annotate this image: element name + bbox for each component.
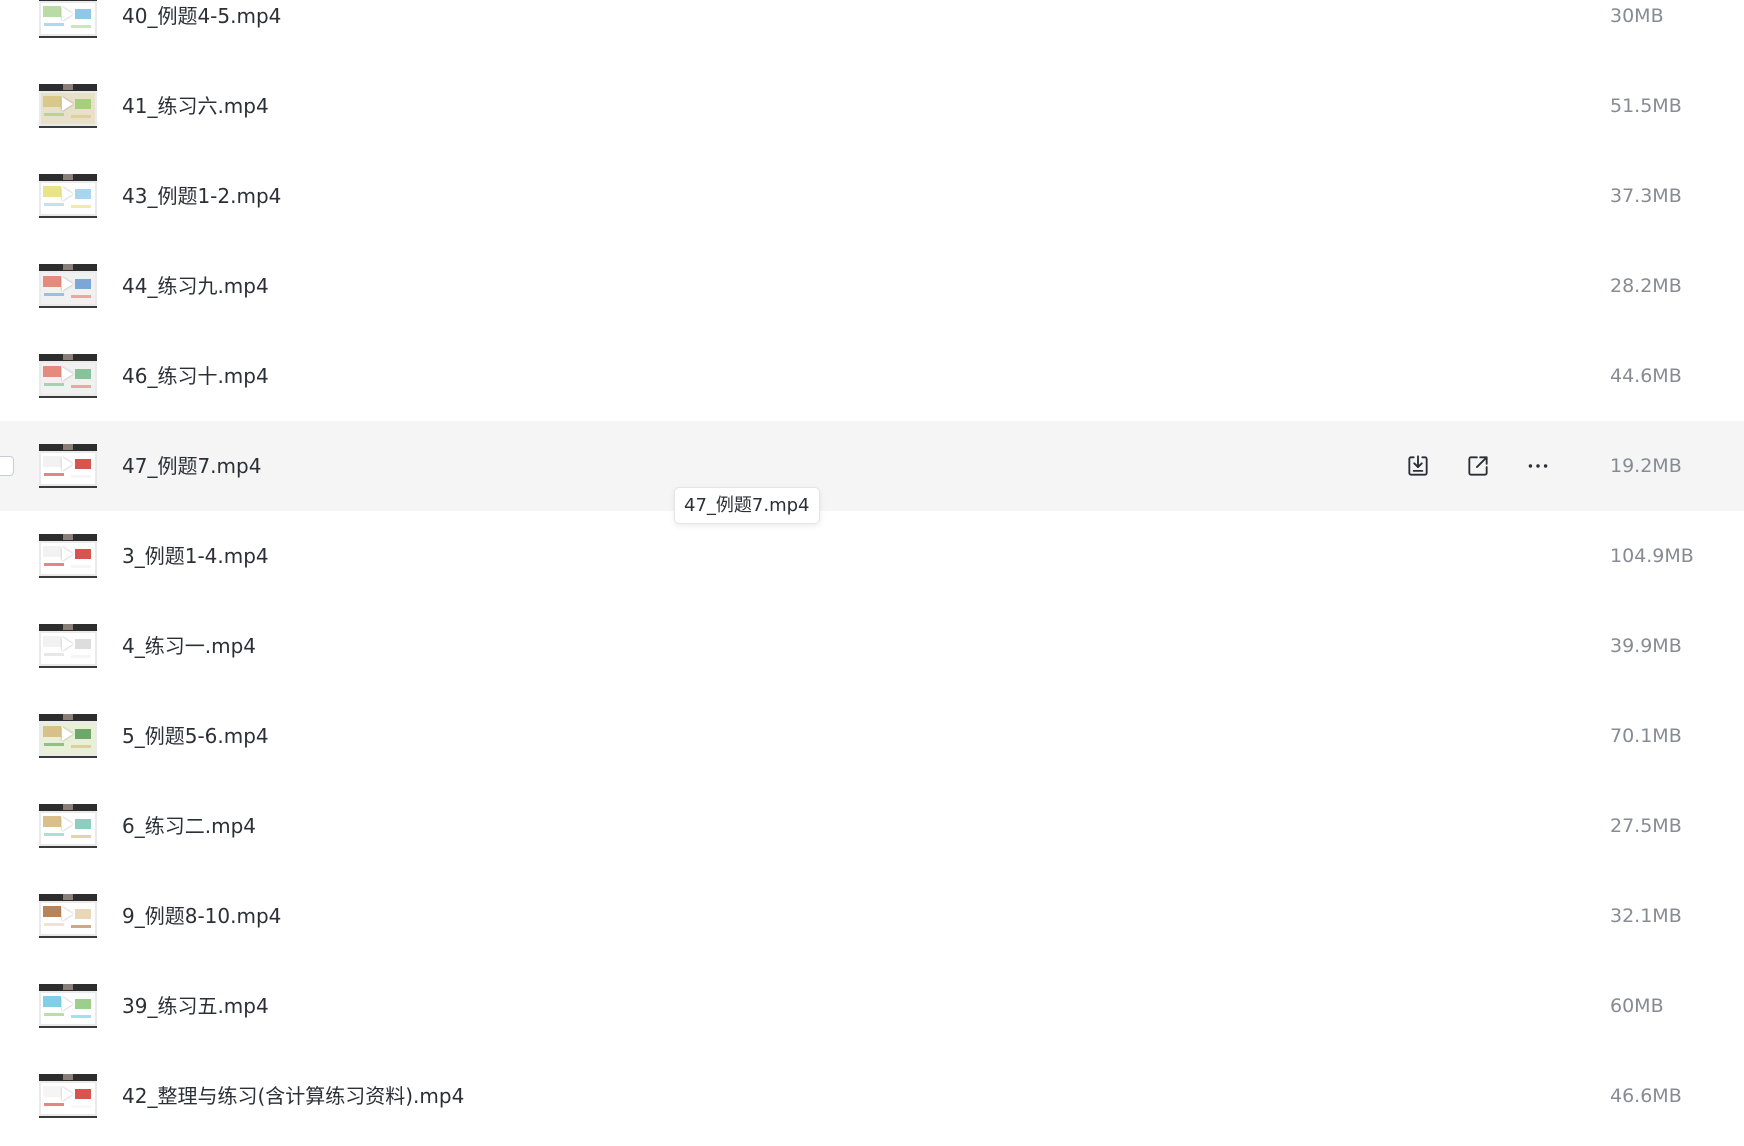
- file-size: 44.6MB: [1610, 365, 1682, 387]
- file-name[interactable]: 6_练习二.mp4: [122, 781, 256, 871]
- file-size: 19.2MB: [1610, 455, 1682, 477]
- file-row[interactable]: 46_练习十.mp4 44.6MB: [0, 331, 1744, 421]
- file-name[interactable]: 42_整理与练习(含计算练习资料).mp4: [122, 1051, 464, 1141]
- play-icon: [62, 187, 73, 201]
- file-row[interactable]: 4_练习一.mp4 39.9MB: [0, 601, 1744, 691]
- download-button[interactable]: [1403, 451, 1433, 481]
- file-name[interactable]: 4_练习一.mp4: [122, 601, 256, 691]
- video-thumbnail[interactable]: [39, 1074, 97, 1118]
- file-row[interactable]: 41_练习六.mp4 51.5MB: [0, 61, 1744, 151]
- video-thumbnail[interactable]: [39, 714, 97, 758]
- video-thumbnail[interactable]: [39, 894, 97, 938]
- video-thumbnail[interactable]: [39, 0, 97, 38]
- play-icon: [62, 457, 73, 471]
- file-name[interactable]: 39_练习五.mp4: [122, 961, 269, 1051]
- file-size: 37.3MB: [1610, 185, 1682, 207]
- file-size: 27.5MB: [1610, 815, 1682, 837]
- file-size: 51.5MB: [1610, 95, 1682, 117]
- file-size: 30MB: [1610, 5, 1664, 27]
- play-icon: [62, 97, 73, 111]
- play-icon: [62, 907, 73, 921]
- file-row[interactable]: 39_练习五.mp4 60MB: [0, 961, 1744, 1051]
- file-name[interactable]: 46_练习十.mp4: [122, 331, 269, 421]
- play-icon: [62, 7, 73, 21]
- download-icon: [1405, 453, 1431, 479]
- play-icon: [62, 727, 73, 741]
- video-thumbnail[interactable]: [39, 84, 97, 128]
- share-icon: [1465, 453, 1491, 479]
- file-name[interactable]: 44_练习九.mp4: [122, 241, 269, 331]
- file-name[interactable]: 47_例题7.mp4: [122, 421, 261, 511]
- file-row[interactable]: 42_整理与练习(含计算练习资料).mp4 46.6MB: [0, 1051, 1744, 1141]
- file-size: 60MB: [1610, 995, 1664, 1017]
- file-size: 32.1MB: [1610, 905, 1682, 927]
- video-thumbnail[interactable]: [39, 264, 97, 308]
- file-name[interactable]: 9_例题8-10.mp4: [122, 871, 281, 961]
- file-row[interactable]: 6_练习二.mp4 27.5MB: [0, 781, 1744, 871]
- file-size: 39.9MB: [1610, 635, 1682, 657]
- file-list: 40_例题4-5.mp4 30MB 41_练习六.mp4 51.5MB 43_例题1-2…: [0, 0, 1744, 1141]
- share-button[interactable]: [1463, 451, 1493, 481]
- file-size: 28.2MB: [1610, 275, 1682, 297]
- file-name[interactable]: 41_练习六.mp4: [122, 61, 269, 151]
- file-row[interactable]: 9_例题8-10.mp4 32.1MB: [0, 871, 1744, 961]
- file-row[interactable]: 40_例题4-5.mp4 30MB: [0, 0, 1744, 61]
- video-thumbnail[interactable]: [39, 534, 97, 578]
- file-name[interactable]: 43_例题1-2.mp4: [122, 151, 281, 241]
- file-name[interactable]: 5_例题5-6.mp4: [122, 691, 269, 781]
- row-checkbox[interactable]: [0, 456, 14, 476]
- file-size: 104.9MB: [1610, 545, 1694, 567]
- file-row[interactable]: 5_例题5-6.mp4 70.1MB: [0, 691, 1744, 781]
- video-thumbnail[interactable]: [39, 354, 97, 398]
- play-icon: [62, 637, 73, 651]
- play-icon: [62, 547, 73, 561]
- filename-tooltip: 47_例题7.mp4: [674, 487, 820, 524]
- more-button[interactable]: [1523, 451, 1553, 481]
- play-icon: [62, 997, 73, 1011]
- file-row[interactable]: 44_练习九.mp4 28.2MB: [0, 241, 1744, 331]
- play-icon: [62, 277, 73, 291]
- file-row[interactable]: 3_例题1-4.mp4 104.9MB: [0, 511, 1744, 601]
- video-thumbnail[interactable]: [39, 804, 97, 848]
- more-icon: [1525, 453, 1551, 479]
- file-name[interactable]: 40_例题4-5.mp4: [122, 0, 281, 61]
- video-thumbnail[interactable]: [39, 984, 97, 1028]
- play-icon: [62, 367, 73, 381]
- file-name[interactable]: 3_例题1-4.mp4: [122, 511, 269, 601]
- video-thumbnail[interactable]: [39, 174, 97, 218]
- video-thumbnail[interactable]: [39, 624, 97, 668]
- file-row[interactable]: 43_例题1-2.mp4 37.3MB: [0, 151, 1744, 241]
- file-size: 46.6MB: [1610, 1085, 1682, 1107]
- play-icon: [62, 1087, 73, 1101]
- play-icon: [62, 817, 73, 831]
- file-size: 70.1MB: [1610, 725, 1682, 747]
- file-row[interactable]: 47_例题7.mp4 19.2MB: [0, 421, 1744, 511]
- video-thumbnail[interactable]: [39, 444, 97, 488]
